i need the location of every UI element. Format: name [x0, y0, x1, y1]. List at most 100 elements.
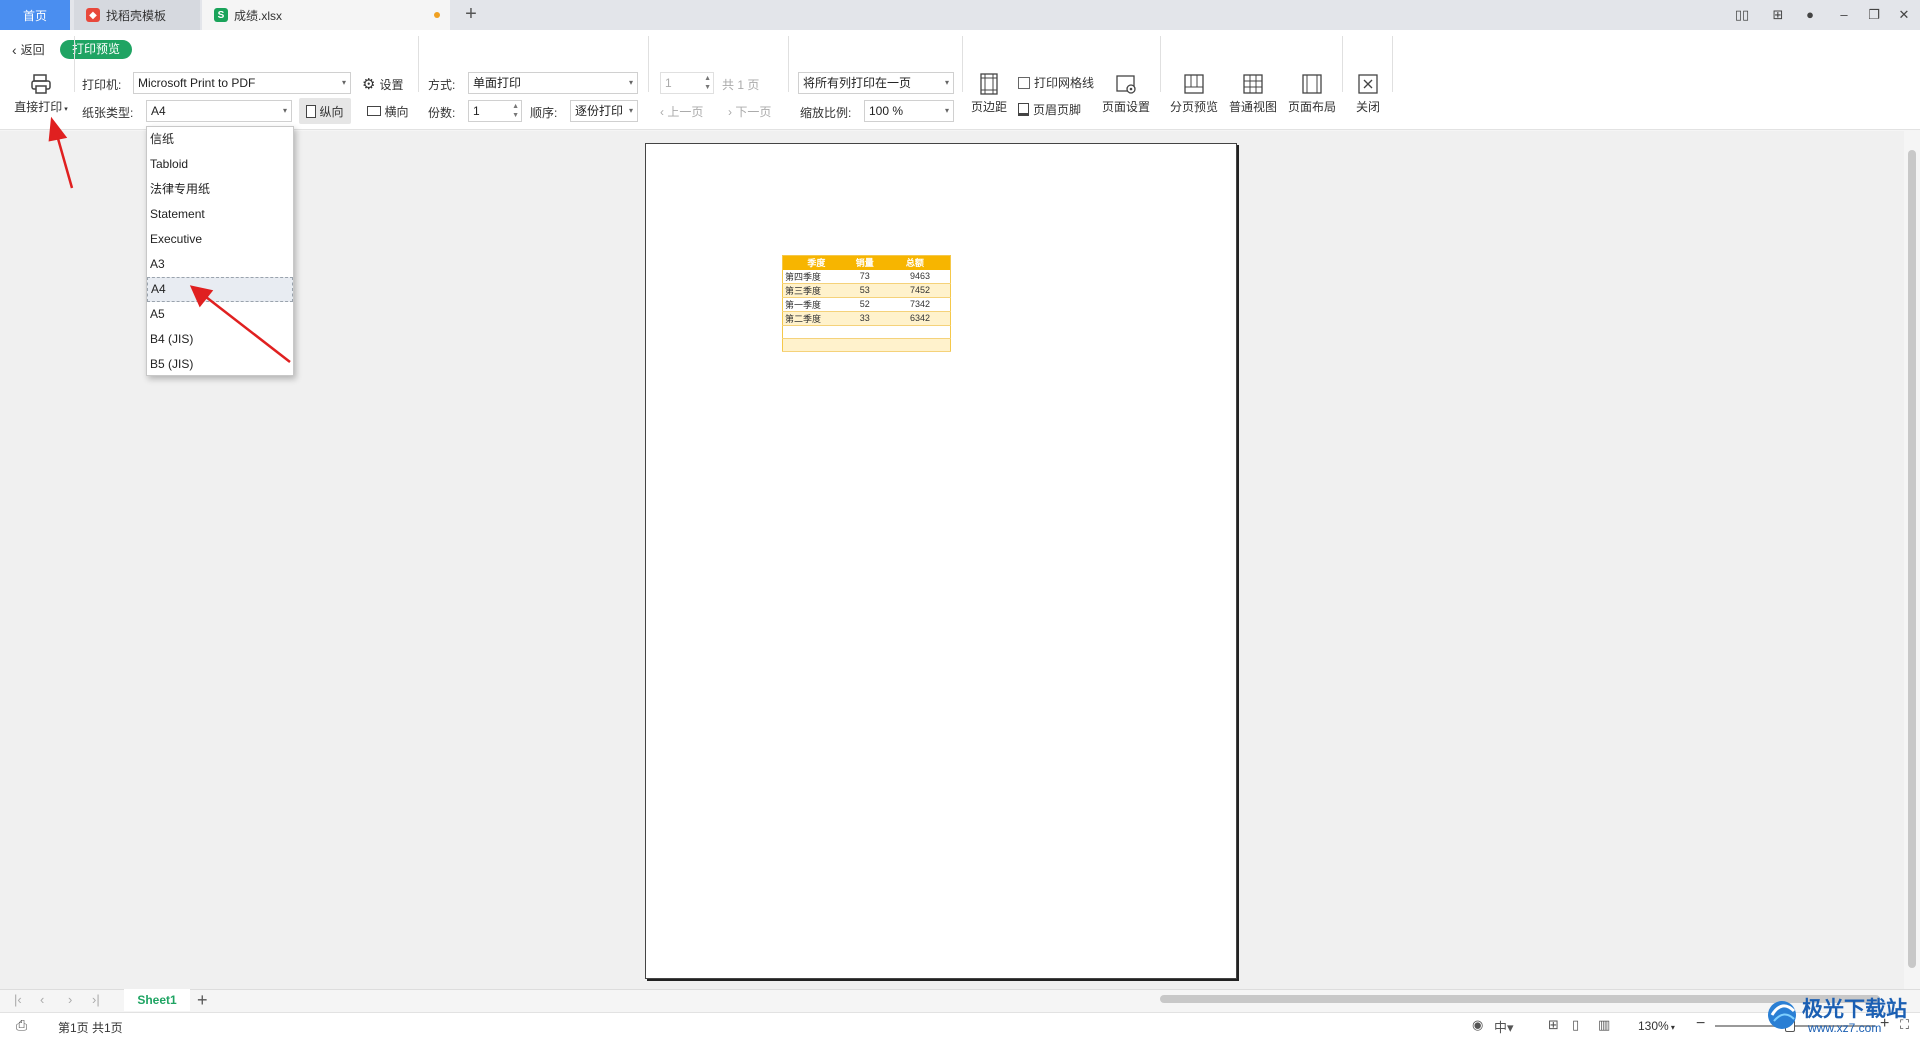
input-method-icon[interactable]: 中▾ [1494, 1017, 1514, 1036]
portrait-page-icon [306, 104, 317, 118]
eye-protection-icon[interactable]: ◉ [1472, 1017, 1483, 1033]
order-label: 顺序: [530, 106, 558, 120]
landscape-button[interactable]: 横向 [362, 98, 414, 124]
close-icon [1358, 74, 1378, 94]
table-row: 第一季度 52 7342 [782, 297, 951, 312]
paper-option[interactable]: A3 [147, 252, 293, 277]
scale-select[interactable]: 100 % ▾ [864, 100, 954, 122]
printer-value: Microsoft Print to PDF [138, 76, 256, 90]
portrait-button[interactable]: 纵向 [299, 98, 351, 124]
page-setup-button[interactable]: 页面设置 [1098, 72, 1154, 115]
minimize-icon[interactable]: – [1834, 6, 1854, 24]
stepper-arrows-icon[interactable]: ▲ ▼ [512, 102, 519, 120]
page-setup-icon [1116, 75, 1136, 94]
paper-option[interactable]: A5 [147, 302, 293, 327]
sheet-tab-active[interactable]: Sheet1 [124, 989, 190, 1011]
page-view-status-icon[interactable]: ▯ [1572, 1017, 1579, 1033]
scale-label: 缩放比例: [800, 106, 852, 120]
reading-view-status-icon[interactable]: ▥ [1598, 1017, 1610, 1033]
normal-view-label: 普通视图 [1228, 100, 1277, 114]
sheet-data-table: 季度 销量 总额 第四季度 73 9463 第三季度 53 7452 第一季度 52 734… [782, 255, 951, 352]
table-row: 第二季度 33 6342 [782, 311, 951, 326]
table-cell: 第四季度 [782, 269, 850, 284]
paper-option[interactable]: 信纸 [147, 127, 293, 152]
normal-view-button[interactable]: 普通视图 [1226, 72, 1280, 115]
total-pages: 共 1 页 [722, 78, 760, 92]
page-break-preview-label: 分页预览 [1169, 100, 1218, 114]
avatar[interactable]: ● [1800, 6, 1820, 24]
page-break-preview-button[interactable]: 分页预览 [1168, 72, 1220, 115]
header-footer-button[interactable]: 页眉页脚 [1018, 101, 1081, 118]
close-window-icon[interactable]: ✕ [1894, 6, 1914, 24]
print-order-select[interactable]: 逐份打印 ▾ [570, 100, 638, 122]
table-cell [782, 338, 850, 352]
last-sheet-icon[interactable]: ›| [92, 992, 100, 1007]
restore-icon[interactable]: ❐ [1864, 6, 1884, 24]
table-cell [879, 338, 951, 352]
paper-type-label: 纸张类型: [82, 106, 134, 120]
divider [1392, 36, 1393, 92]
prev-sheet-icon[interactable]: ‹ [40, 992, 44, 1007]
fit-mode-select[interactable]: 将所有列打印在一页 ▾ [798, 72, 954, 94]
chevron-down-icon: ▾ [944, 78, 949, 87]
chevron-down-icon: ▾ [1668, 1023, 1675, 1032]
gear-icon: ⚙ [362, 76, 376, 93]
printer-select[interactable]: Microsoft Print to PDF ▾ [133, 72, 351, 94]
table-row: 第三季度 53 7452 [782, 283, 951, 298]
table-cell [879, 325, 951, 339]
paper-option[interactable]: B5 (JIS) [147, 352, 293, 377]
paper-option-selected[interactable]: A4 [147, 277, 293, 302]
macro-record-icon[interactable]: ⎙ [16, 1017, 27, 1034]
grid-icon [1243, 74, 1263, 94]
print-preview-badge: 打印预览 [60, 40, 133, 59]
next-page-button[interactable]: › 下一页 [728, 103, 771, 120]
first-sheet-icon[interactable]: |‹ [14, 992, 22, 1007]
paper-option[interactable]: Statement [147, 202, 293, 227]
page-layout-icon [1302, 74, 1322, 94]
tab-templates[interactable]: ◆ 找稻壳模板 [74, 0, 200, 30]
normal-view-status-icon[interactable]: ⊞ [1548, 1017, 1559, 1033]
paper-option[interactable]: Executive [147, 227, 293, 252]
direct-print-button[interactable]: 直接打印 ▾ [10, 72, 72, 115]
back-button[interactable]: ‹ 返回 [12, 41, 45, 58]
checkbox-icon [1018, 76, 1030, 89]
vertical-scroll-thumb[interactable] [1908, 150, 1916, 968]
copies-stepper[interactable]: 1 ▲ ▼ [468, 100, 522, 122]
new-tab-button[interactable]: + [460, 4, 482, 26]
scale-value: 100 % [869, 104, 904, 118]
page-layout-label: 页面布局 [1287, 100, 1336, 114]
page-number-stepper[interactable]: 1 ▲ ▼ [660, 72, 714, 94]
paper-type-select[interactable]: A4 ▾ [146, 100, 292, 122]
divider [418, 36, 419, 92]
landscape-label: 横向 [384, 104, 409, 119]
paper-option[interactable]: 法律专用纸 [147, 177, 293, 202]
column-header: 销量 [849, 255, 880, 270]
stepper-arrows-icon[interactable]: ▲ ▼ [704, 74, 711, 92]
add-sheet-button[interactable]: + [197, 989, 208, 1011]
table-cell [782, 325, 850, 339]
watermark-logo: 极光下载站 www.xz7.com [1764, 985, 1914, 1037]
paper-type-value: A4 [151, 104, 166, 118]
prev-page-button[interactable]: ‹ 上一页 [660, 103, 703, 120]
grid-apps-icon[interactable]: ⊞ [1768, 6, 1788, 24]
margins-button[interactable]: 页边距 [968, 72, 1010, 115]
print-mode-select[interactable]: 单面打印 ▾ [468, 72, 638, 94]
zoom-out-icon[interactable]: − [1696, 1015, 1705, 1033]
table-cell: 7342 [879, 297, 951, 312]
print-gridlines-checkbox[interactable]: 打印网格线 [1018, 74, 1094, 91]
tab-file[interactable]: S 成绩.xlsx [202, 0, 450, 30]
page-layout-button[interactable]: 页面布局 [1286, 72, 1338, 115]
layout-switch-icon[interactable]: ▯▯ [1732, 6, 1752, 24]
table-cell: 53 [849, 283, 880, 298]
paper-option[interactable]: B4 (JIS) [147, 327, 293, 352]
paper-option[interactable]: Tabloid [147, 152, 293, 177]
copies-value: 1 [473, 104, 480, 118]
close-preview-button[interactable]: 关闭 [1350, 72, 1386, 115]
next-page-label: 下一页 [735, 105, 772, 119]
margins-label: 页边距 [970, 100, 1007, 114]
printer-label: 打印机: [82, 78, 122, 92]
zoom-level[interactable]: 130% ▾ [1638, 1019, 1675, 1033]
next-sheet-icon[interactable]: › [68, 992, 72, 1007]
printer-settings-button[interactable]: ⚙ 设置 [362, 75, 403, 93]
tab-home[interactable]: 首页 [0, 0, 70, 30]
